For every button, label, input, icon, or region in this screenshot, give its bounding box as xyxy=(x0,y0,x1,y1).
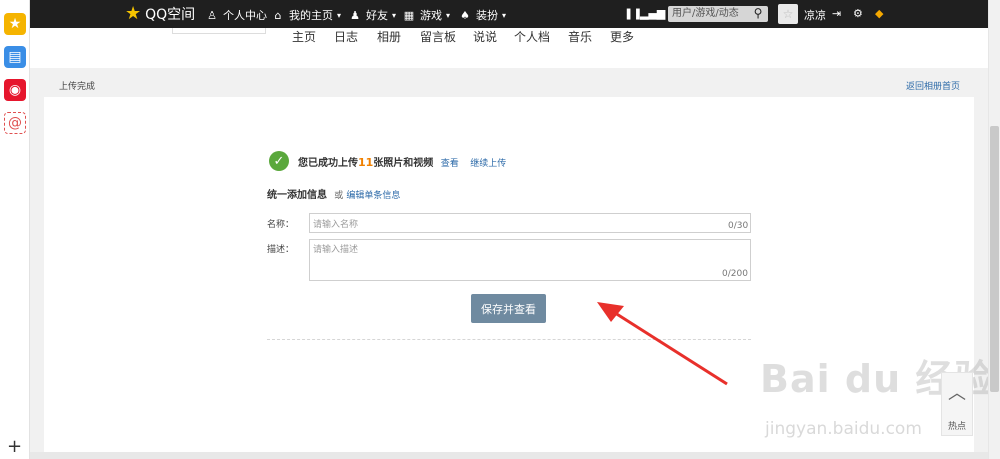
hot-label: 热点 xyxy=(948,422,967,432)
baidu-jingyan-url: jingyan.baidu.com xyxy=(765,419,922,439)
scrollbar[interactable] xyxy=(988,0,1000,459)
chevron-up-icon: ︿ xyxy=(948,383,966,404)
arrow-head xyxy=(597,302,624,322)
arrow-shaft xyxy=(611,309,728,386)
scrollbar-thumb[interactable] xyxy=(990,126,999,392)
back-to-top-widget[interactable]: ︿ 热点 xyxy=(941,372,973,436)
bottom-strip xyxy=(30,452,988,459)
